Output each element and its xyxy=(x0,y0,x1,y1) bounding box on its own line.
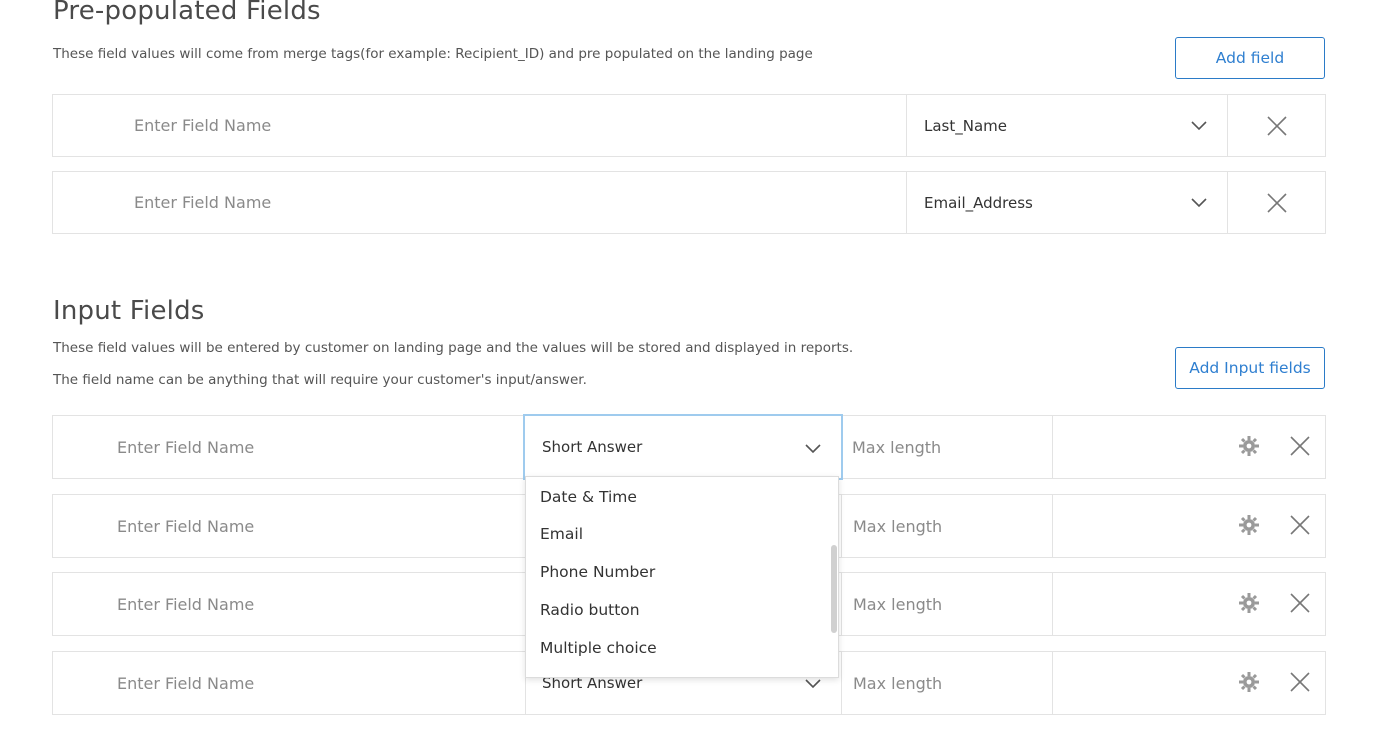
merge-tag-value: Email_Address xyxy=(924,193,1033,212)
prepopulated-row: Enter Field Name Email_Address xyxy=(52,171,1326,234)
field-type-dropdown: Date & Time Email Phone Number Radio but… xyxy=(525,476,839,678)
max-length-placeholder: Max length xyxy=(853,673,943,693)
row-actions xyxy=(1052,573,1325,635)
remove-row-button[interactable] xyxy=(1227,95,1325,156)
merge-tag-value: Last_Name xyxy=(924,116,1007,135)
chevron-down-icon xyxy=(805,679,821,689)
field-name-input[interactable]: Enter Field Name xyxy=(117,573,522,635)
dropdown-option[interactable]: Date & Time xyxy=(540,488,637,506)
max-length-placeholder: Max length xyxy=(853,516,943,536)
field-type-value: Short Answer xyxy=(542,438,643,456)
max-length-input[interactable]: Max length xyxy=(841,495,1052,557)
chevron-down-icon xyxy=(1191,121,1207,131)
gear-icon[interactable] xyxy=(1238,435,1260,457)
field-name-input[interactable]: Enter Field Name xyxy=(134,172,904,233)
add-field-button[interactable]: Add field xyxy=(1175,37,1325,79)
dropdown-option[interactable]: Email xyxy=(540,525,583,543)
max-length-placeholder: Max length xyxy=(852,437,942,457)
field-name-placeholder: Enter Field Name xyxy=(134,193,272,212)
prepopulated-description: These field values will come from merge … xyxy=(53,46,813,62)
merge-tag-select[interactable]: Email_Address xyxy=(906,172,1227,233)
merge-tag-select[interactable]: Last_Name xyxy=(906,95,1227,156)
field-name-placeholder: Enter Field Name xyxy=(117,437,255,457)
gear-icon[interactable] xyxy=(1238,592,1260,614)
max-length-input[interactable]: Max length xyxy=(841,652,1052,714)
chevron-down-icon xyxy=(1191,198,1207,208)
prepopulated-row: Enter Field Name Last_Name xyxy=(52,94,1326,157)
max-length-placeholder: Max length xyxy=(853,594,943,614)
row-actions xyxy=(1052,416,1325,478)
field-name-placeholder: Enter Field Name xyxy=(117,594,255,614)
field-name-input[interactable]: Enter Field Name xyxy=(117,495,522,557)
row-actions xyxy=(1052,652,1325,714)
dropdown-scrollbar[interactable] xyxy=(831,545,837,633)
input-field-row: Enter Field Name Short Answer Max length xyxy=(52,414,1326,480)
close-icon[interactable] xyxy=(1289,514,1311,536)
field-name-input[interactable]: Enter Field Name xyxy=(117,416,522,478)
close-icon xyxy=(1266,115,1287,136)
input-fields-description-note: The field name can be anything that will… xyxy=(53,372,587,388)
field-name-placeholder: Enter Field Name xyxy=(117,673,255,693)
dropdown-option[interactable]: Multiple choice xyxy=(540,639,657,657)
dropdown-option[interactable]: Radio button xyxy=(540,601,640,619)
close-icon[interactable] xyxy=(1289,671,1311,693)
row-actions xyxy=(1052,495,1325,557)
gear-icon[interactable] xyxy=(1238,671,1260,693)
close-icon xyxy=(1266,192,1287,213)
chevron-down-icon xyxy=(805,444,821,454)
max-length-input[interactable]: Max length xyxy=(841,573,1052,635)
remove-row-button[interactable] xyxy=(1227,172,1325,233)
close-icon[interactable] xyxy=(1289,592,1311,614)
field-name-input[interactable]: Enter Field Name xyxy=(134,95,904,156)
add-input-fields-button[interactable]: Add Input fields xyxy=(1175,347,1325,389)
close-icon[interactable] xyxy=(1289,435,1311,457)
field-type-select[interactable]: Short Answer xyxy=(523,414,843,480)
dropdown-option[interactable]: Phone Number xyxy=(540,563,655,581)
field-name-placeholder: Enter Field Name xyxy=(117,516,255,536)
input-fields-title: Input Fields xyxy=(53,296,205,326)
field-name-placeholder: Enter Field Name xyxy=(134,116,272,135)
field-name-input[interactable]: Enter Field Name xyxy=(117,652,522,714)
prepopulated-title: Pre-populated Fields xyxy=(53,0,321,26)
input-fields-description: These field values will be entered by cu… xyxy=(53,340,854,356)
gear-icon[interactable] xyxy=(1238,514,1260,536)
max-length-input[interactable]: Max length xyxy=(852,416,1052,478)
